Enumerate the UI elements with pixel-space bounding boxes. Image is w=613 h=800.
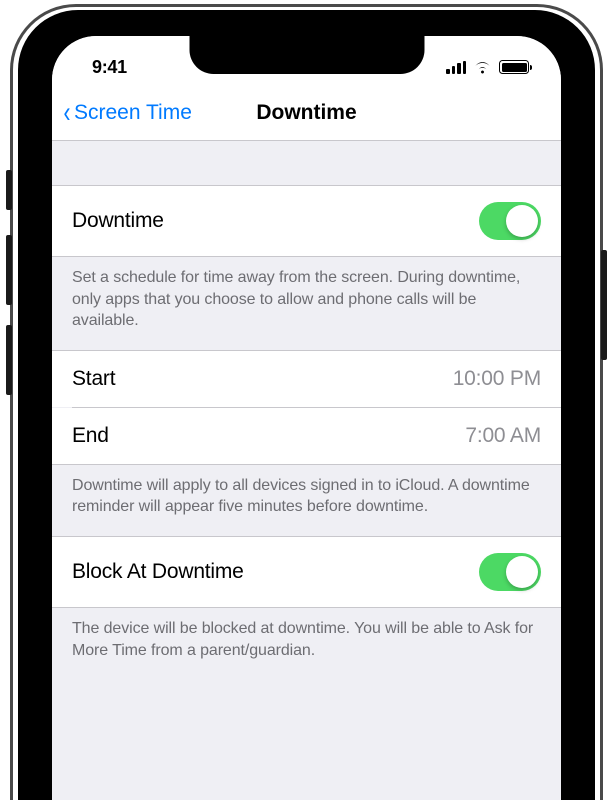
schedule-footer: Downtime will apply to all devices signe… [52, 465, 561, 536]
phone-frame: 9:41 ‹ Screen Time Downtime [18, 10, 595, 800]
block-toggle-row: Block At Downtime [52, 536, 561, 608]
end-value: 7:00 AM [465, 424, 541, 448]
toggle-knob [506, 556, 538, 588]
downtime-label: Downtime [72, 209, 164, 233]
downtime-footer: Set a schedule for time away from the sc… [52, 257, 561, 350]
section-spacer [52, 141, 561, 185]
end-time-row[interactable]: End 7:00 AM [52, 408, 561, 464]
toggle-knob [506, 205, 538, 237]
back-label: Screen Time [74, 101, 192, 125]
volume-up-button [6, 235, 12, 305]
schedule-group: Start 10:00 PM End 7:00 AM [52, 350, 561, 465]
block-footer: The device will be blocked at downtime. … [52, 608, 561, 679]
mute-switch [6, 170, 12, 210]
screen: 9:41 ‹ Screen Time Downtime [52, 36, 561, 800]
downtime-toggle-row: Downtime [52, 185, 561, 257]
navigation-bar: ‹ Screen Time Downtime [52, 86, 561, 141]
start-label: Start [72, 367, 115, 391]
wifi-icon [473, 60, 492, 74]
block-label: Block At Downtime [72, 560, 244, 584]
back-button[interactable]: ‹ Screen Time [52, 98, 192, 128]
battery-icon [499, 60, 529, 74]
volume-down-button [6, 325, 12, 395]
end-label: End [72, 424, 109, 448]
content: Downtime Set a schedule for time away fr… [52, 141, 561, 679]
block-toggle[interactable] [479, 553, 541, 591]
status-indicators [446, 60, 537, 74]
downtime-toggle[interactable] [479, 202, 541, 240]
power-button [601, 250, 607, 360]
start-time-row[interactable]: Start 10:00 PM [52, 351, 561, 407]
notch [189, 36, 424, 74]
chevron-left-icon: ‹ [64, 98, 71, 128]
status-time: 9:41 [76, 57, 127, 78]
cellular-signal-icon [446, 61, 466, 74]
start-value: 10:00 PM [453, 367, 541, 391]
